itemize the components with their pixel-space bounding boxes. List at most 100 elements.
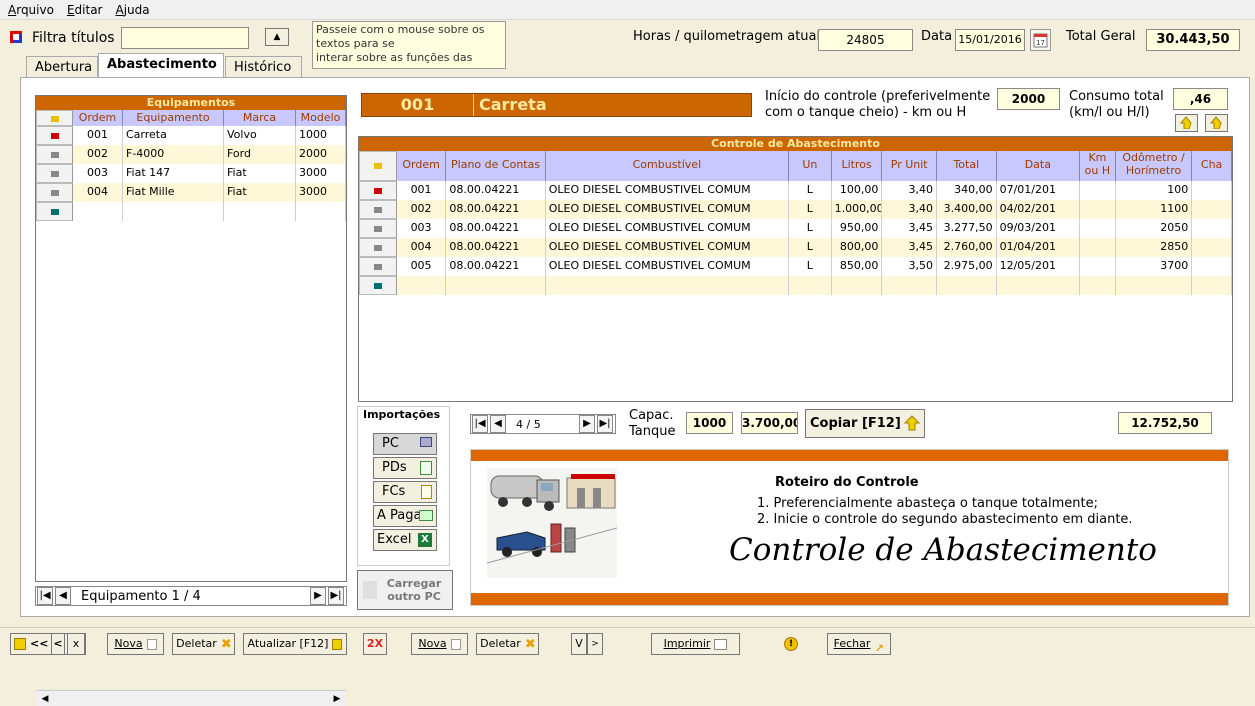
table-row[interactable]: 002 F-4000 Ford 2000	[36, 145, 346, 164]
table-row[interactable]: 004 Fiat Mille Fiat 3000	[36, 183, 346, 202]
table-cell: 2850	[1116, 238, 1193, 257]
col-marca[interactable]: Marca	[224, 110, 296, 126]
tab-historico[interactable]: Histórico	[225, 56, 302, 78]
table-cell: 005	[397, 257, 447, 276]
deletar-button-2[interactable]: Deletar ✖	[476, 633, 539, 655]
row-selector-icon[interactable]	[36, 126, 73, 145]
inicio-input[interactable]: 2000	[997, 88, 1060, 110]
delete-x-icon: ✖	[220, 636, 232, 652]
capac-input[interactable]: 1000	[686, 412, 733, 434]
table-cell: 004	[397, 238, 447, 257]
row-selector-icon[interactable]	[36, 183, 73, 202]
sort-down-icon[interactable]	[1205, 114, 1228, 132]
scroll-left-icon[interactable]: ◀	[38, 692, 52, 706]
filter-up-button[interactable]: ▲	[265, 28, 289, 46]
menu-editar[interactable]: Editar	[59, 0, 108, 17]
table-row[interactable]: 001 08.00.04221 OLEO DIESEL COMBUSTIVEL CO…	[359, 181, 1232, 200]
carregar-outro-pc-button[interactable]: Carregar outro PC	[357, 570, 453, 610]
table-cell	[1080, 219, 1116, 238]
col-un[interactable]: Un	[789, 151, 832, 181]
row-selector-icon[interactable]	[36, 164, 73, 183]
table-row[interactable]: 003 Fiat 147 Fiat 3000	[36, 164, 346, 183]
import-pds-button[interactable]: PDs	[373, 457, 437, 479]
col-cha[interactable]: Cha	[1192, 151, 1232, 181]
data-input[interactable]: 15/01/2016	[955, 29, 1025, 51]
last-record-icon[interactable]: ▶|	[597, 415, 613, 433]
duplicate-2x-button[interactable]: 2X	[363, 633, 387, 655]
col-equipamento[interactable]: Equipamento	[123, 110, 224, 126]
menu-arquivo[interactable]: Arquivo	[0, 0, 59, 17]
copiar-button[interactable]: Copiar [F12]	[805, 409, 925, 438]
svg-text:17: 17	[1036, 39, 1045, 47]
import-pc-button[interactable]: PC	[373, 433, 437, 455]
atualizar-button[interactable]: Atualizar [F12]	[243, 633, 347, 655]
select-all-icon[interactable]	[359, 151, 397, 181]
fechar-button[interactable]: Fechar ↗	[827, 633, 891, 655]
nova-button-2[interactable]: Nova	[411, 633, 468, 655]
equip-hscrollbar[interactable]: ◀ ▶	[36, 690, 346, 706]
table-row[interactable]: 001 Carreta Volvo 1000	[36, 126, 346, 145]
col-data[interactable]: Data	[997, 151, 1081, 181]
col-pr-unit[interactable]: Pr Unit	[882, 151, 938, 181]
table-row[interactable]: 005 08.00.04221 OLEO DIESEL COMBUSTIVEL CO…	[359, 257, 1232, 276]
next-record-icon[interactable]: ▶	[310, 587, 326, 605]
tip-line-3: interar sobre as funções das	[316, 51, 473, 64]
select-all-icon[interactable]	[36, 110, 73, 126]
table-row[interactable]: 003 08.00.04221 OLEO DIESEL COMBUSTIVEL CO…	[359, 219, 1232, 238]
col-total[interactable]: Total	[937, 151, 997, 181]
row-selector-icon[interactable]	[359, 238, 397, 257]
prev-record-icon[interactable]: ◀	[490, 415, 506, 433]
table-row-new[interactable]	[359, 276, 1232, 295]
row-selector-icon[interactable]	[359, 219, 397, 238]
col-ordem[interactable]: Ordem	[73, 110, 123, 126]
tab-abertura[interactable]: Abertura	[26, 56, 98, 78]
filter-input[interactable]	[121, 27, 249, 49]
first-record-icon[interactable]: |◀	[472, 415, 488, 433]
v-button[interactable]: V	[571, 633, 587, 655]
col-odometro[interactable]: Odômetro / Horímetro	[1116, 151, 1193, 181]
row-selector-icon[interactable]	[36, 145, 73, 164]
col-plano-contas[interactable]: Plano de Contas	[446, 151, 546, 181]
folder-icon[interactable]	[14, 638, 26, 650]
table-row[interactable]: 004 08.00.04221 OLEO DIESEL COMBUSTIVEL CO…	[359, 238, 1232, 257]
col-modelo[interactable]: Modelo	[296, 110, 346, 126]
table-cell: 3,45	[882, 219, 937, 238]
imprimir-button[interactable]: Imprimir	[651, 633, 740, 655]
roteiro-title: Roteiro do Controle	[775, 475, 919, 490]
tab-abastecimento[interactable]: Abastecimento	[98, 53, 224, 79]
last-record-icon[interactable]: ▶|	[328, 587, 344, 605]
new-row-icon[interactable]	[36, 202, 73, 221]
col-litros[interactable]: Litros	[832, 151, 883, 181]
import-apagar-button[interactable]: A Pagar	[373, 505, 437, 527]
col-ordem[interactable]: Ordem	[397, 151, 447, 181]
nav-first-button[interactable]: <<	[30, 634, 48, 654]
next-button[interactable]: >	[587, 633, 603, 655]
table-cell: 100	[1116, 181, 1193, 200]
nav-close-button[interactable]: x	[67, 633, 85, 655]
info-icon[interactable]: !	[784, 637, 798, 651]
first-record-icon[interactable]: |◀	[37, 587, 53, 605]
import-fcs-button[interactable]: FCs	[373, 481, 437, 503]
inicio-line-2: com o tanque cheio) - km ou H	[765, 105, 967, 120]
new-row-icon[interactable]	[359, 276, 397, 295]
table-row-new[interactable]	[36, 202, 346, 221]
nova-button-1[interactable]: Nova	[107, 633, 164, 655]
next-record-icon[interactable]: ▶	[579, 415, 595, 433]
sort-up-icon[interactable]	[1175, 114, 1198, 132]
row-selector-icon[interactable]	[359, 257, 397, 276]
col-combustivel[interactable]: Combustível	[546, 151, 790, 181]
prev-record-icon[interactable]: ◀	[55, 587, 71, 605]
menu-ajuda[interactable]: Ajuda	[108, 0, 155, 17]
table-cell	[1080, 200, 1116, 219]
table-row[interactable]: 002 08.00.04221 OLEO DIESEL COMBUSTIVEL CO…	[359, 200, 1232, 219]
abast-navigator: |◀ ◀ 4 / 5 ▶ ▶|	[470, 414, 616, 434]
row-selector-icon[interactable]	[359, 200, 397, 219]
deletar-button-1[interactable]: Deletar ✖	[172, 633, 235, 655]
scroll-right-icon[interactable]: ▶	[330, 692, 344, 706]
row-selector-icon[interactable]	[359, 181, 397, 200]
horas-input[interactable]: 24805	[818, 29, 913, 51]
nav-prev-button[interactable]: <	[51, 633, 65, 655]
calendar-icon[interactable]: 17	[1030, 29, 1051, 51]
import-excel-button[interactable]: Excel X	[373, 529, 437, 551]
col-km-ou-h[interactable]: Km ou H	[1080, 151, 1116, 181]
